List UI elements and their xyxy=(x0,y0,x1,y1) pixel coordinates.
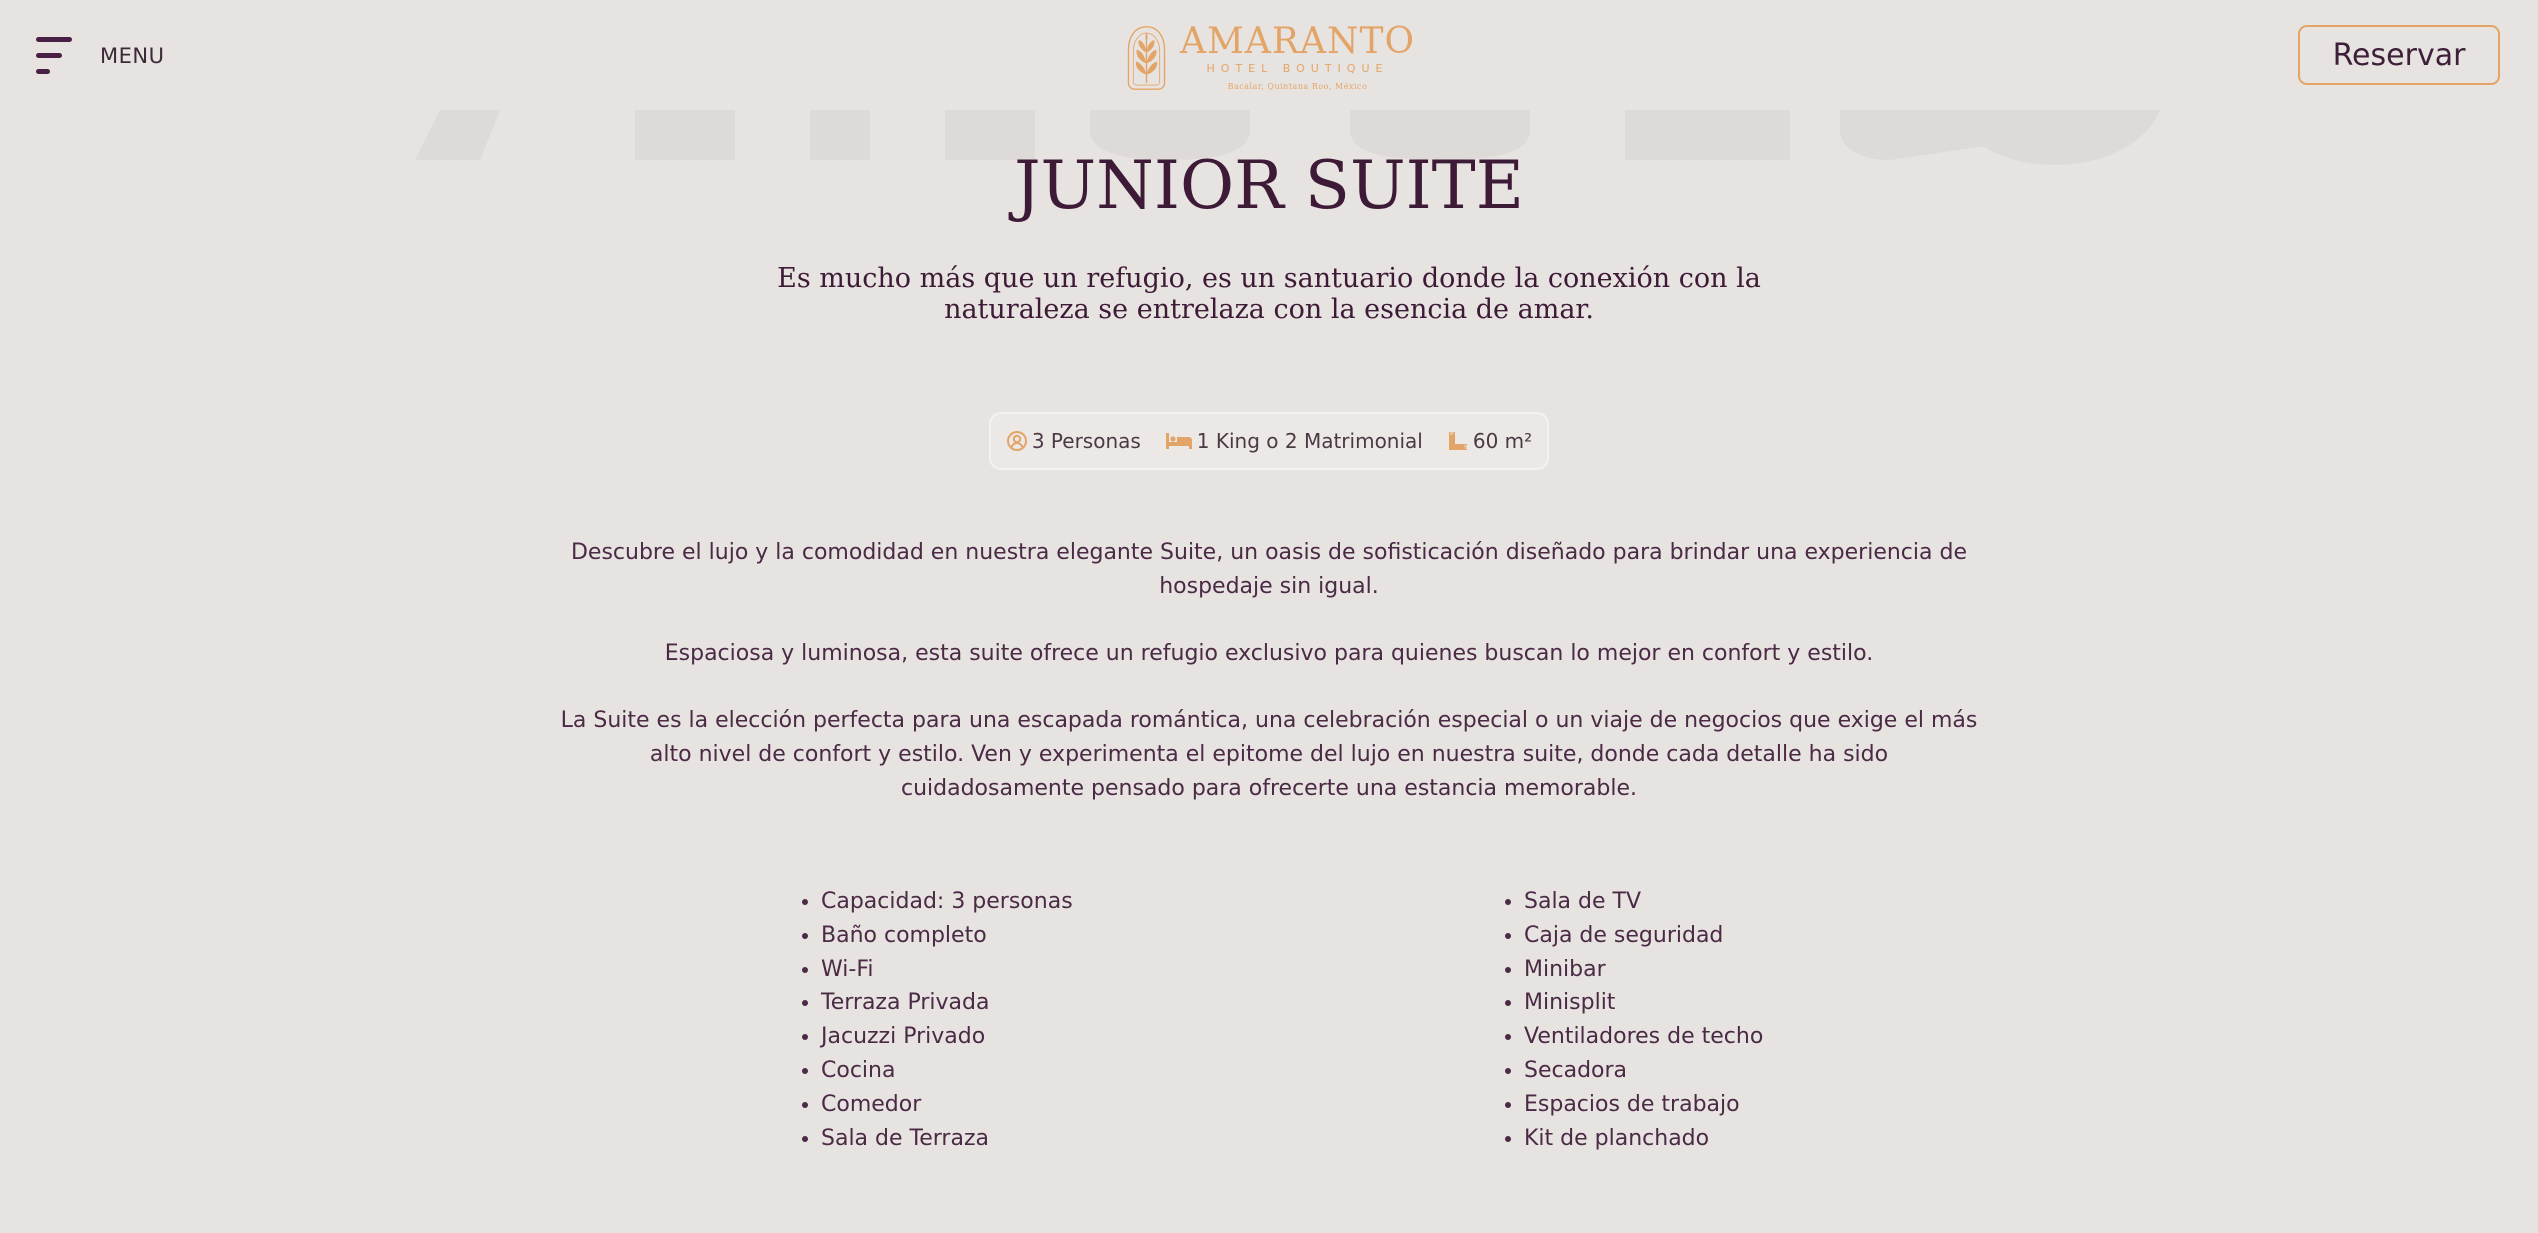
logo-subtitle: HOTEL BOUTIQUE xyxy=(1206,62,1389,75)
amenity-item: Minibar xyxy=(1524,953,1763,987)
site-header: MENU AMARANTO HOTEL BOUTIQUE Bacalar, Qu… xyxy=(0,0,2538,120)
amenity-item: Wi-Fi xyxy=(821,953,1073,987)
feature-beds: 1 King o 2 Matrimonial xyxy=(1165,429,1423,453)
amenity-item: Capacidad: 3 personas xyxy=(821,885,1073,919)
feature-area: 60 m² xyxy=(1447,429,1532,453)
amenities-list-right: Sala de TV Caja de seguridad Minibar Min… xyxy=(1488,885,1763,1155)
logo-wordmark: AMARANTO HOTEL BOUTIQUE Bacalar, Quintan… xyxy=(1180,22,1415,94)
amenity-item: Comedor xyxy=(821,1088,1073,1122)
room-features-bar: 3 Personas 1 King o 2 Matrimonial 60 m² xyxy=(989,412,1549,470)
bed-icon xyxy=(1165,433,1192,449)
amenity-item: Secadora xyxy=(1524,1054,1763,1088)
feature-beds-label: 1 King o 2 Matrimonial xyxy=(1196,429,1423,453)
amenity-item: Sala de TV xyxy=(1524,885,1763,919)
menu-label: MENU xyxy=(100,44,165,68)
room-description: Descubre el lujo y la comodidad en nuest… xyxy=(560,536,1978,839)
amenity-item: Jacuzzi Privado xyxy=(821,1020,1073,1054)
logo-name: AMARANTO xyxy=(1180,21,1415,62)
hamburger-icon xyxy=(36,36,74,76)
amenity-item: Baño completo xyxy=(821,919,1073,953)
amenity-item: Caja de seguridad xyxy=(1524,919,1763,953)
amenities-list-left: Capacidad: 3 personas Baño completo Wi-F… xyxy=(785,885,1073,1155)
room-subtitle: Es mucho más que un refugio, es un santu… xyxy=(777,263,1761,325)
amenity-item: Sala de Terraza xyxy=(821,1122,1073,1156)
menu-button[interactable]: MENU xyxy=(36,36,164,76)
person-icon xyxy=(1006,431,1027,451)
area-icon xyxy=(1448,432,1467,450)
description-paragraph: Descubre el lujo y la comodidad en nuest… xyxy=(570,540,1967,599)
feature-area-label: 60 m² xyxy=(1472,429,1533,453)
amenity-item: Minisplit xyxy=(1524,986,1763,1020)
amenity-item: Cocina xyxy=(821,1054,1073,1088)
room-title: JUNIOR SUITE xyxy=(1014,147,1524,224)
feature-capacity: 3 Personas xyxy=(1006,429,1141,453)
amenity-item: Terraza Privada xyxy=(821,986,1073,1020)
feature-capacity-label: 3 Personas xyxy=(1031,429,1141,453)
amenity-item: Ventiladores de techo xyxy=(1524,1020,1763,1054)
hotel-logo[interactable]: AMARANTO HOTEL BOUTIQUE Bacalar, Quintan… xyxy=(1125,10,1415,106)
reserve-button[interactable]: Reservar xyxy=(2298,25,2500,85)
description-paragraph: La Suite es la elección perfecta para un… xyxy=(560,708,1978,801)
description-paragraph: Espaciosa y luminosa, esta suite ofrece … xyxy=(664,641,1874,666)
leaf-emblem-icon xyxy=(1127,26,1166,90)
amenity-item: Espacios de trabajo xyxy=(1524,1088,1763,1122)
amenity-item: Kit de planchado xyxy=(1524,1122,1763,1156)
logo-tagline: Bacalar, Quintana Roo, México xyxy=(1227,82,1368,91)
